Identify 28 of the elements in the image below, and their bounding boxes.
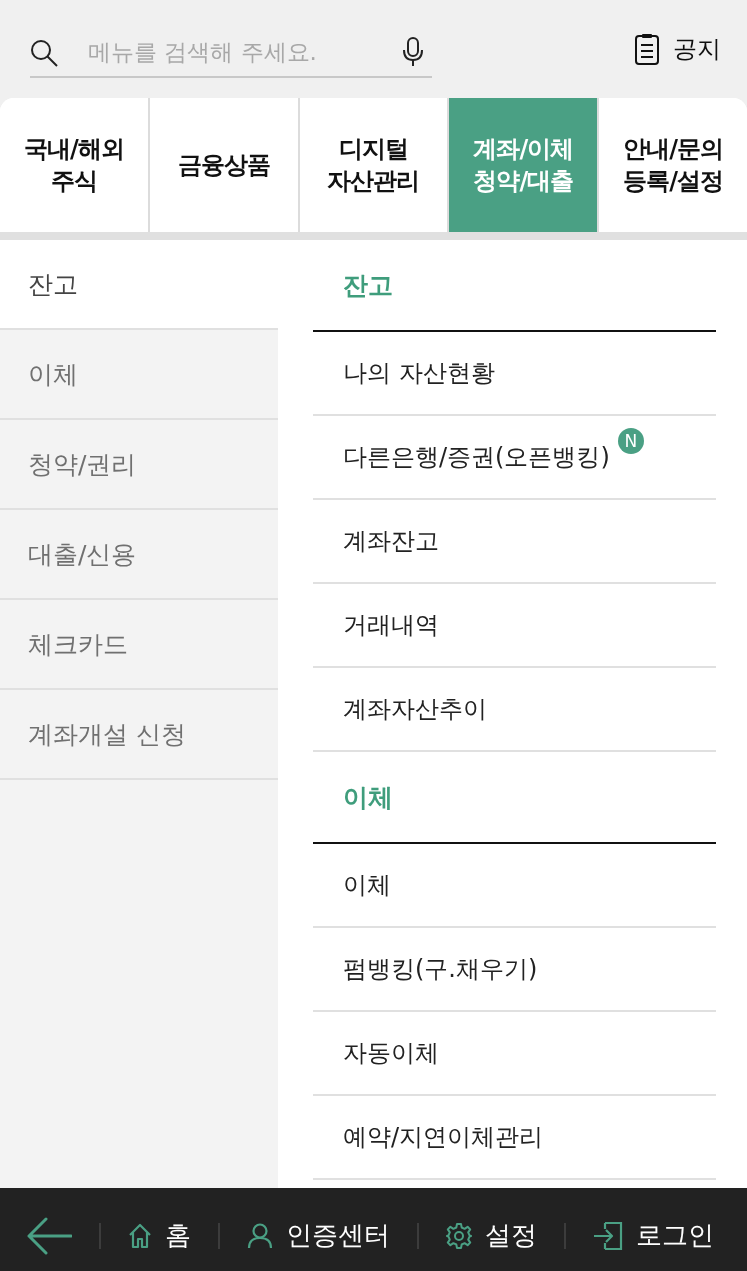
microphone-icon[interactable] bbox=[402, 37, 424, 67]
nav-button[interactable]: 홈 bbox=[128, 1218, 191, 1253]
nav-button[interactable]: 로그인 bbox=[593, 1218, 714, 1253]
menu-link[interactable]: 예약/지연이체관리 bbox=[343, 1121, 544, 1153]
section-title: 잔고 bbox=[313, 240, 716, 332]
sign-in-icon bbox=[593, 1220, 623, 1251]
category-tab[interactable]: 안내/문의 등록/설정 bbox=[597, 98, 747, 232]
back-arrow-icon[interactable] bbox=[26, 1216, 72, 1255]
menu-link[interactable]: 자동이체 bbox=[343, 1037, 439, 1069]
menu-link[interactable]: 나의 자산현황 bbox=[343, 357, 495, 389]
notice-button[interactable]: 공지 bbox=[635, 33, 721, 65]
menu-link[interactable]: 거래내역 bbox=[343, 609, 439, 641]
nav-button[interactable]: 설정 bbox=[446, 1218, 537, 1253]
nav-button[interactable]: 인증센터 bbox=[247, 1218, 390, 1253]
clipboard-icon bbox=[635, 33, 659, 65]
menu-link[interactable]: 이체 bbox=[343, 869, 391, 901]
home-icon bbox=[128, 1222, 152, 1249]
gear-icon bbox=[446, 1222, 472, 1249]
menu-link[interactable]: 계좌잔고 bbox=[343, 525, 439, 557]
menu-link[interactable]: 다른은행/증권(오픈뱅킹) bbox=[343, 441, 610, 473]
person-icon bbox=[247, 1222, 273, 1249]
section-title: 이체 bbox=[313, 752, 716, 844]
sidebar-item[interactable]: 잔고 bbox=[0, 240, 278, 330]
menu-link[interactable]: 계좌자산추이 bbox=[343, 693, 487, 725]
menu-link[interactable]: 펌뱅킹(구.채우기) bbox=[343, 953, 538, 985]
search-field[interactable]: 메뉴를 검색해 주세요. bbox=[30, 28, 432, 78]
new-badge: N bbox=[617, 428, 644, 454]
search-icon bbox=[30, 39, 58, 67]
